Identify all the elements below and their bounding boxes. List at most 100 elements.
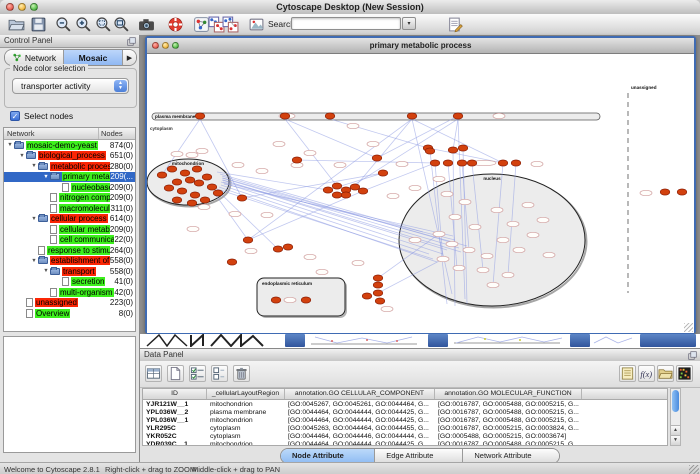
node-label-oval[interactable] xyxy=(316,269,328,274)
import-attributes-icon[interactable] xyxy=(657,365,674,382)
new-attribute-icon[interactable] xyxy=(167,365,184,382)
node-label-oval[interactable] xyxy=(513,247,525,252)
network-node[interactable] xyxy=(323,187,333,193)
select-attributes-icon[interactable] xyxy=(189,365,206,382)
network-node[interactable] xyxy=(167,166,177,172)
canvas-resize-grip[interactable] xyxy=(684,323,693,332)
expand-arrow-icon[interactable]: ▼ xyxy=(42,268,50,274)
tree-row[interactable]: secretion41(0) xyxy=(4,277,135,288)
node-label-oval[interactable] xyxy=(543,252,555,257)
network-node[interactable] xyxy=(237,195,247,201)
node-label-oval[interactable] xyxy=(198,204,210,209)
network-node[interactable] xyxy=(190,192,200,198)
save-icon[interactable] xyxy=(30,16,47,33)
node-label-oval[interactable] xyxy=(381,306,393,311)
expand-arrow-icon[interactable]: ▼ xyxy=(18,153,26,159)
tree-row[interactable]: ▼cellular process614(0) xyxy=(4,214,135,225)
tree-row[interactable]: multi-organism pro42(0) xyxy=(4,287,135,298)
vizmapper-icon[interactable] xyxy=(248,16,265,33)
node-label-oval[interactable] xyxy=(334,162,346,167)
network-view-window[interactable]: primary metabolic process plasma membran… xyxy=(145,36,696,334)
network-overview-panel[interactable] xyxy=(3,336,136,453)
network-window-titlebar[interactable]: primary metabolic process xyxy=(147,38,694,54)
network-node[interactable] xyxy=(350,184,360,190)
network-node[interactable] xyxy=(358,188,368,194)
network-node[interactable] xyxy=(192,166,202,172)
network-canvas[interactable]: plasma membranecytoplasmmitochondrionnuc… xyxy=(147,54,694,333)
tree-row[interactable]: response to stimulu264(0) xyxy=(4,245,135,256)
scroll-up-button[interactable]: ▲ xyxy=(671,425,680,435)
node-label-oval[interactable] xyxy=(273,141,285,146)
node-label-oval[interactable] xyxy=(256,168,268,173)
scroll-down-button[interactable]: ▼ xyxy=(671,435,680,445)
network-node[interactable] xyxy=(283,244,293,250)
network-edge[interactable] xyxy=(363,163,435,191)
network-edge[interactable] xyxy=(285,119,377,158)
network-node[interactable] xyxy=(280,113,290,119)
node-color-dropdown[interactable]: transporter activity ▲▼ xyxy=(12,78,129,94)
network-node[interactable] xyxy=(172,197,182,203)
tree-row[interactable]: cell communicat22(0) xyxy=(4,235,135,246)
network-node[interactable] xyxy=(243,237,253,243)
attribute-grid-icon[interactable] xyxy=(145,365,162,382)
node-label-oval[interactable] xyxy=(441,191,453,196)
tree-row[interactable]: macromolecule311(0) xyxy=(4,203,135,214)
table-row[interactable]: YPL036W__2plasma membrane[GO:0044464, GO… xyxy=(143,408,667,416)
network-node[interactable] xyxy=(458,145,468,151)
network-node[interactable] xyxy=(172,179,182,185)
network-node[interactable] xyxy=(373,282,383,288)
tree-row[interactable]: cellular metabo209(0) xyxy=(4,224,135,235)
node-label-oval[interactable] xyxy=(531,161,543,166)
network-node[interactable] xyxy=(660,189,670,195)
node-label-oval[interactable] xyxy=(522,202,534,207)
network-node[interactable] xyxy=(180,170,190,176)
network-node[interactable] xyxy=(187,200,197,206)
expand-arrow-icon[interactable]: ▼ xyxy=(42,174,50,180)
node-label-oval[interactable] xyxy=(491,207,503,212)
tree-row[interactable]: ▼mosaic-demo-yeast874(0) xyxy=(4,140,135,151)
network-node[interactable] xyxy=(164,185,174,191)
network-node[interactable] xyxy=(185,177,195,183)
network-node[interactable] xyxy=(325,113,335,119)
network-node[interactable] xyxy=(407,113,417,119)
expand-arrow-icon[interactable]: ▼ xyxy=(30,258,38,264)
network-node[interactable] xyxy=(443,160,453,166)
tab-network[interactable]: Network xyxy=(5,50,64,65)
table-row[interactable]: YDR039C__1mitochondrion[GO:0044464, GO:0… xyxy=(143,440,667,446)
column-header[interactable]: annotation.GO CELLULAR_COMPONENT xyxy=(285,389,435,399)
node-label-oval[interactable] xyxy=(409,185,421,190)
tree-row[interactable]: ▼biological_process651(0) xyxy=(4,151,135,162)
network-node[interactable] xyxy=(467,160,477,166)
node-label-oval[interactable] xyxy=(229,211,241,216)
node-label-oval[interactable] xyxy=(186,152,198,157)
tab-network-attribute-browser[interactable]: Network Attribute Browser xyxy=(463,449,559,463)
column-header[interactable]: annotation.GO MOLECULAR_FUNCTION xyxy=(435,389,582,399)
node-label-oval[interactable] xyxy=(409,237,421,242)
tab-mosaic[interactable]: Mosaic xyxy=(64,50,123,65)
column-header-empty[interactable] xyxy=(582,389,668,399)
window-sliver[interactable] xyxy=(428,334,448,347)
node-label-oval[interactable] xyxy=(493,113,505,118)
network-node[interactable] xyxy=(362,293,372,299)
node-label-oval[interactable] xyxy=(196,148,208,153)
node-label-oval[interactable] xyxy=(261,212,273,217)
network-node[interactable] xyxy=(202,174,212,180)
table-row[interactable]: YLR295Ccytoplasm[GO:0045263, GO:0044464,… xyxy=(143,424,667,432)
network-node[interactable] xyxy=(194,180,204,186)
tree-row[interactable]: ▼establishment of lo558(0) xyxy=(4,256,135,267)
network-node[interactable] xyxy=(207,184,217,190)
open-icon[interactable] xyxy=(8,16,25,33)
node-label-oval[interactable] xyxy=(396,161,408,166)
tab-node-attribute-browser[interactable]: Node Attribute Browser xyxy=(281,449,375,463)
network-node[interactable] xyxy=(375,298,385,304)
node-label-oval[interactable] xyxy=(171,151,183,156)
node-label-oval[interactable] xyxy=(469,224,481,229)
tree-row[interactable]: Overview8(0) xyxy=(4,308,135,319)
tree-row[interactable]: unassigned223(0) xyxy=(4,298,135,309)
node-label-oval[interactable] xyxy=(304,150,316,155)
float-panel-icon[interactable] xyxy=(688,351,697,360)
network-edge[interactable] xyxy=(220,174,423,232)
network-edge[interactable] xyxy=(412,119,503,163)
node-label-oval[interactable] xyxy=(453,265,465,270)
zoom-selected-icon[interactable] xyxy=(95,16,112,33)
